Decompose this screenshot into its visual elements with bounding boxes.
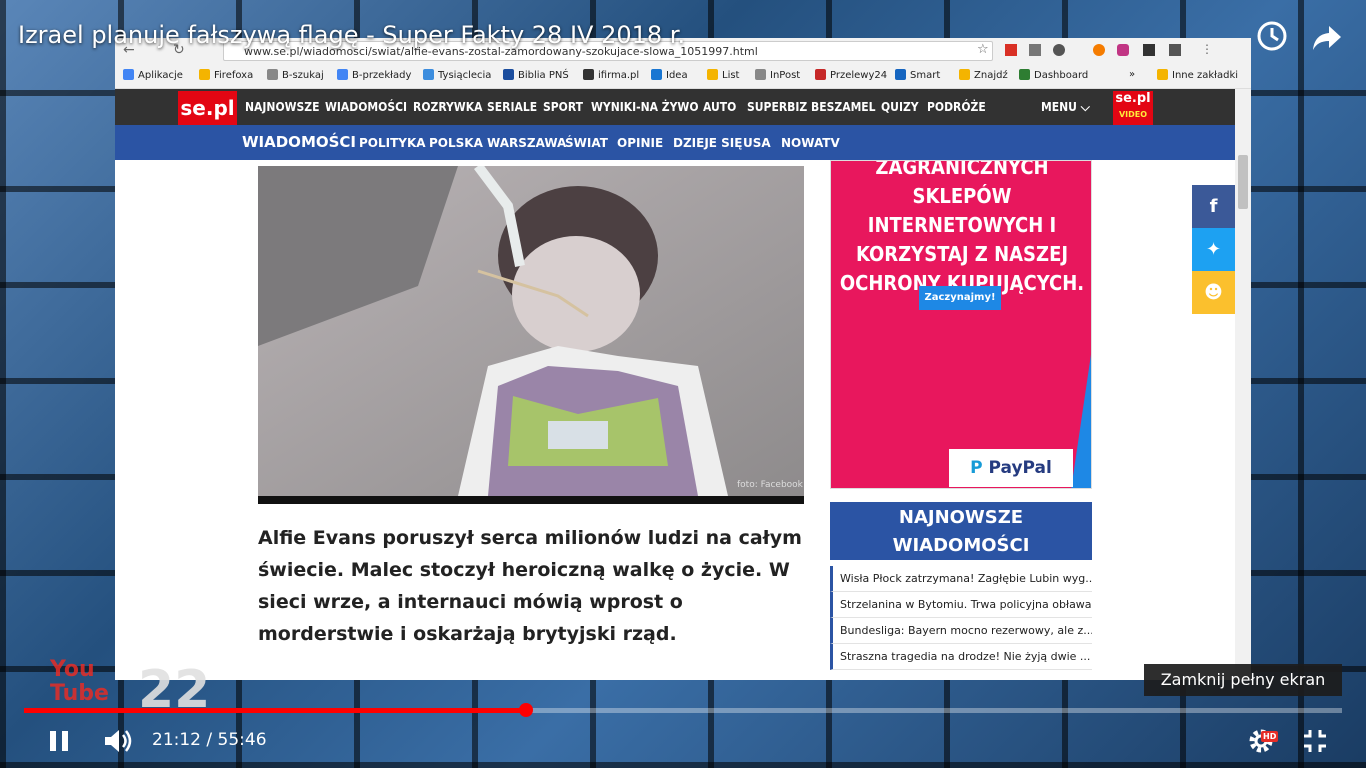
snapchat-icon: ☻ (1204, 282, 1223, 303)
bookmark-item[interactable]: B-przekłady (337, 69, 411, 81)
child-photo (258, 166, 804, 504)
nav-item[interactable]: SPORT (543, 100, 583, 114)
site-section-nav: WIADOMOŚCI POLITYKA POLSKA WARSZAWA ŚWIA… (115, 125, 1235, 160)
chevron-down-icon: ⌵ (1080, 100, 1090, 114)
bookmark-item[interactable]: Tysiąclecia (423, 69, 491, 81)
bookmark-item[interactable]: Aplikacje (123, 69, 183, 81)
bookmark-item[interactable]: Smart (895, 69, 940, 81)
cast-icon[interactable] (1143, 44, 1155, 56)
menu-dots-icon[interactable]: ⋮ (1201, 42, 1213, 56)
section-nav-item[interactable]: OPINIE (617, 136, 663, 150)
bookmark-item[interactable]: Przelewy24 (815, 69, 887, 81)
bookmark-item[interactable]: List (707, 69, 739, 81)
apps-grid-icon (123, 69, 134, 80)
share-arrow-icon[interactable] (1311, 22, 1343, 52)
bookmarks-bar: Aplikacje Firefoxa B-szukaj B-przekłady … (115, 64, 1251, 89)
nav-item[interactable]: SUPERBIZ (747, 100, 807, 114)
bookmark-item[interactable]: Inne zakładki (1157, 69, 1238, 81)
site-main-nav: se.pl NAJNOWSZE WIADOMOŚCI ROZRYWKA SERI… (115, 89, 1235, 135)
page-icon (267, 69, 278, 80)
section-title[interactable]: WIADOMOŚCI (242, 133, 356, 151)
idea-icon (651, 69, 662, 80)
bookmark-item[interactable]: InPost (755, 69, 800, 81)
nav-item[interactable]: WIADOMOŚCI (325, 100, 407, 114)
star-icon[interactable]: ☆ (977, 42, 989, 57)
bookmark-item[interactable]: B-szukaj (267, 69, 324, 81)
article-lead: Alfie Evans poruszył serca milionów ludz… (258, 527, 802, 645)
bookmark-item[interactable]: Znajdź (959, 69, 1008, 81)
site-logo[interactable]: se.pl (178, 91, 237, 125)
latest-news-item[interactable]: Straszna tragedia na drodze! Nie żyją dw… (830, 644, 1092, 670)
twitter-share-button[interactable]: ✦ (1192, 228, 1235, 271)
latest-news-header: NAJNOWSZE WIADOMOŚCI (830, 502, 1092, 560)
section-nav-item[interactable]: USA (743, 136, 771, 150)
latest-news-item[interactable]: Bundesliga: Bayern mocno rezerwowy, ale … (830, 618, 1092, 644)
facebook-icon: f (1209, 196, 1218, 217)
scrollbar-thumb[interactable] (1238, 155, 1248, 209)
video-title[interactable]: Izrael planuje fałszywą flagę - Super Fa… (18, 20, 685, 50)
bookmarks-overflow[interactable]: » (1129, 69, 1135, 80)
progress-scrubber[interactable] (519, 703, 533, 717)
snapchat-share-button[interactable]: ☻ (1192, 271, 1235, 314)
exit-fullscreen-icon[interactable] (1300, 726, 1330, 756)
nav-item[interactable]: AUTO (703, 100, 736, 114)
bookmark-item[interactable]: Biblia PNŚ (503, 69, 569, 81)
clock-icon[interactable] (1256, 20, 1288, 52)
nav-item[interactable]: ROZRYWKA (413, 100, 482, 114)
nav-item[interactable]: QUIZY (881, 100, 919, 114)
pause-icon[interactable] (44, 726, 74, 756)
nav-item[interactable]: BESZAMEL (811, 100, 876, 114)
extension-icon[interactable] (1029, 44, 1041, 56)
google-icon (337, 69, 348, 80)
folder-icon (199, 69, 210, 80)
article-photo[interactable] (258, 166, 804, 504)
photo-credit: foto: Facebook (737, 480, 803, 490)
bookmark-item[interactable]: Idea (651, 69, 688, 81)
section-nav-item[interactable]: NOWATV (781, 136, 840, 150)
pocket-icon[interactable] (1169, 44, 1181, 56)
bookmark-item[interactable]: Dashboard (1019, 69, 1088, 81)
latest-news-item[interactable]: Strzelanina w Bytomiu. Trwa policyjna ob… (830, 592, 1092, 618)
latest-news-item[interactable]: Wisła Płock zatrzymana! Zagłębie Lubin w… (830, 566, 1092, 592)
paypal-logo: P PayPal (949, 449, 1073, 487)
evernote-icon[interactable] (1053, 44, 1065, 56)
menu-button[interactable]: MENU ⌵ (1041, 100, 1090, 115)
moon-icon (707, 69, 718, 80)
moon-icon (959, 69, 970, 80)
ifirma-icon (583, 69, 594, 80)
section-nav-item[interactable]: DZIEJE SIĘ (673, 136, 742, 150)
extension-icon[interactable] (1093, 44, 1105, 56)
nav-item[interactable]: SERIALE (487, 100, 537, 114)
progress-played (24, 708, 526, 713)
gmail-icon[interactable] (1005, 44, 1017, 56)
page-icon (755, 69, 766, 80)
bible-icon (503, 69, 514, 80)
smart-icon (895, 69, 906, 80)
section-nav-item[interactable]: WARSZAWA (487, 136, 566, 150)
bookmark-icon (423, 69, 434, 80)
facebook-share-button[interactable]: f (1192, 185, 1235, 228)
section-nav-item[interactable]: ŚWIAT (565, 136, 608, 150)
browser-window: ← ↻ www.se.pl/wiadomosci/swiat/alfie-eva… (115, 38, 1251, 680)
nav-item[interactable]: PODRÓŻE (927, 100, 986, 114)
twitter-icon: ✦ (1205, 239, 1222, 260)
hd-badge: HD (1261, 731, 1279, 742)
bookmark-item[interactable]: Firefoxa (199, 69, 253, 81)
volume-icon[interactable] (102, 726, 136, 756)
section-nav-item[interactable]: POLSKA (429, 136, 483, 150)
folder-icon (1157, 69, 1168, 80)
instagram-icon[interactable] (1117, 44, 1129, 56)
dashboard-icon (1019, 69, 1030, 80)
przelewy24-icon (815, 69, 826, 80)
exit-fullscreen-tooltip: Zamknij pełny ekran (1144, 664, 1342, 696)
section-nav-item[interactable]: POLITYKA (359, 136, 426, 150)
paypal-ad[interactable]: ZAGRANICZNYCH SKLEPÓW INTERNETOWYCH I KO… (830, 160, 1092, 489)
ad-decoration (1071, 354, 1091, 488)
nav-item[interactable]: NAJNOWSZE (245, 100, 320, 114)
time-display: 21:12 / 55:46 (152, 730, 267, 750)
bookmark-item[interactable]: ifirma.pl (583, 69, 639, 81)
nav-item[interactable]: WYNIKI-NA ŻYWO (591, 100, 699, 114)
paypal-icon: P (970, 458, 989, 478)
